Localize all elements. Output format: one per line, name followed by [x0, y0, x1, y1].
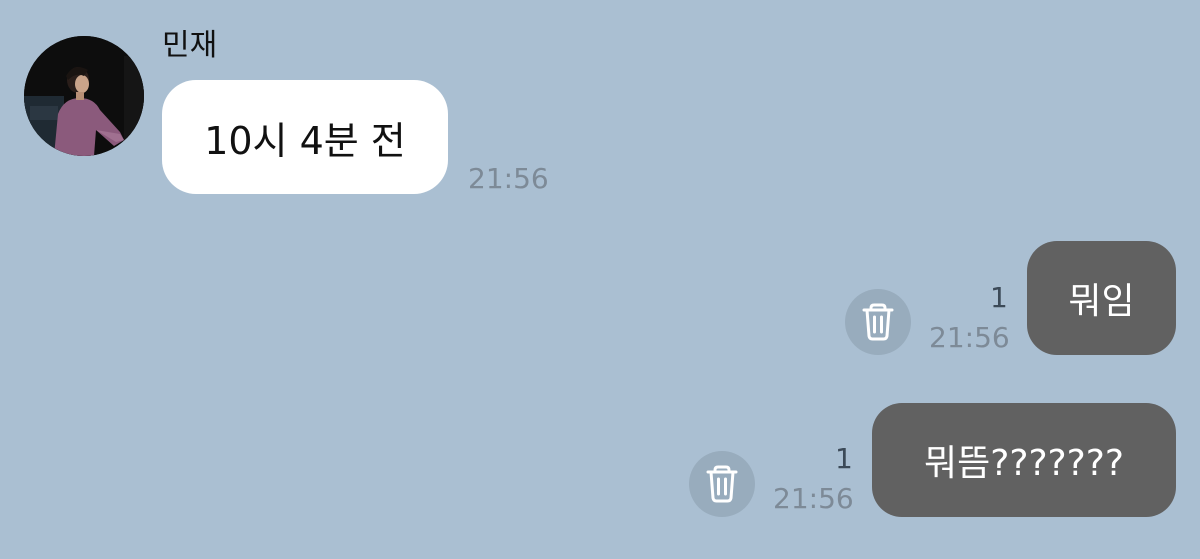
sender-name: 민재	[162, 28, 218, 63]
trash-icon	[862, 303, 894, 341]
incoming-message-time: 21:56	[468, 162, 549, 195]
unread-count: 1	[835, 442, 853, 475]
unread-count: 1	[990, 281, 1008, 314]
chat-area: 민재 10시 4분 전 21:56 1 21:56 뭐임 1 21:56 뭐뜸?…	[0, 0, 1200, 559]
outgoing-message-bubble[interactable]: 뭐뜸???????	[872, 403, 1176, 517]
trash-icon	[706, 465, 738, 503]
delete-message-button[interactable]	[689, 451, 755, 517]
outgoing-message-time: 21:56	[929, 321, 1010, 354]
outgoing-message-time: 21:56	[773, 482, 854, 515]
avatar-photo	[24, 36, 144, 156]
delete-message-button[interactable]	[845, 289, 911, 355]
avatar[interactable]	[24, 36, 144, 156]
incoming-message-bubble[interactable]: 10시 4분 전	[162, 80, 448, 194]
outgoing-message-bubble[interactable]: 뭐임	[1027, 241, 1176, 355]
